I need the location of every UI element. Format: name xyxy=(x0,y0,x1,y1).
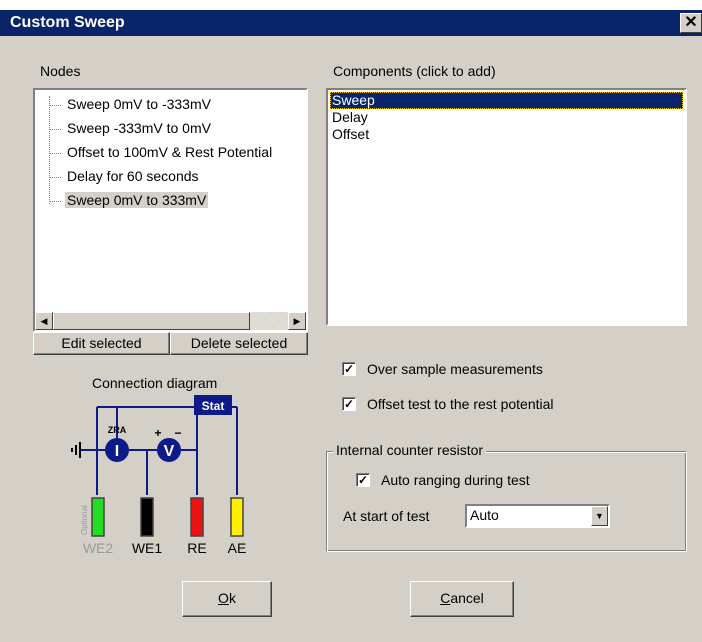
component-item-sweep[interactable]: Sweep xyxy=(330,92,683,109)
counter-resistor-group xyxy=(326,451,687,552)
tree-node[interactable]: Delay for 60 seconds xyxy=(35,166,295,188)
start-of-test-label: At start of test xyxy=(343,508,430,524)
optional-label: Optional xyxy=(80,505,89,535)
tree-node[interactable]: Sweep -333mV to 0mV xyxy=(35,118,295,140)
horizontal-scrollbar[interactable]: ◀ ▶ xyxy=(35,312,306,330)
electrode-re-lead xyxy=(190,497,204,537)
arrow-left-icon: ◀ xyxy=(40,316,48,326)
over-sample-label: Over sample measurements xyxy=(367,361,543,377)
nodes-tree[interactable]: Sweep 0mV to -333mV Sweep -333mV to 0mV … xyxy=(33,88,308,332)
scroll-track[interactable] xyxy=(250,312,288,330)
electrode-we2-label: WE2 xyxy=(83,540,114,555)
counter-resistor-title: Internal counter resistor xyxy=(333,442,487,458)
ground-icon xyxy=(71,442,81,458)
tree-node[interactable]: Sweep 0mV to -333mV xyxy=(35,94,295,116)
electrode-ae-lead xyxy=(230,497,244,537)
title-bar: Custom Sweep xyxy=(0,10,702,36)
electrode-we1-lead xyxy=(140,497,154,537)
components-list[interactable]: Sweep Delay Offset xyxy=(326,88,687,326)
delete-selected-button[interactable]: Delete selected xyxy=(170,332,308,355)
offset-rest-checkbox[interactable]: ✓ xyxy=(342,397,356,411)
checkmark-icon: ✓ xyxy=(343,397,355,411)
checkmark-icon: ✓ xyxy=(357,473,369,487)
close-icon: ✕ xyxy=(684,14,698,31)
auto-ranging-label: Auto ranging during test xyxy=(381,472,530,488)
start-of-test-select[interactable]: Auto ▼ xyxy=(465,504,610,528)
arrow-right-icon: ▶ xyxy=(293,316,301,326)
tree-node-selected[interactable]: Sweep 0mV to 333mV xyxy=(35,190,295,212)
svg-text:Stat: Stat xyxy=(202,399,225,413)
svg-text:−: − xyxy=(174,426,181,440)
chevron-down-icon: ▼ xyxy=(595,511,604,521)
custom-sweep-dialog: Custom Sweep ✕ Nodes Sweep 0mV to -333mV… xyxy=(0,10,702,642)
svg-text:+: + xyxy=(154,426,161,440)
electrode-ae-label: AE xyxy=(228,540,247,555)
edit-selected-button[interactable]: Edit selected xyxy=(33,332,170,355)
scroll-thumb[interactable] xyxy=(53,312,250,330)
connection-diagram: I ZRA V + − Stat Optional WE2 WE1 RE AE xyxy=(71,395,247,555)
electrode-we2-lead xyxy=(91,497,105,537)
dropdown-button[interactable]: ▼ xyxy=(591,506,608,526)
nodes-label: Nodes xyxy=(40,63,81,79)
cancel-button[interactable]: Cancel xyxy=(410,581,514,617)
close-button[interactable]: ✕ xyxy=(680,13,702,33)
connection-diagram-title: Connection diagram xyxy=(92,375,218,391)
scroll-left-button[interactable]: ◀ xyxy=(35,312,53,330)
component-item-delay[interactable]: Delay xyxy=(330,109,683,126)
svg-text:ZRA: ZRA xyxy=(108,425,127,435)
component-item-offset[interactable]: Offset xyxy=(330,126,683,143)
electrode-we1-label: WE1 xyxy=(132,540,163,555)
dialog-title: Custom Sweep xyxy=(10,14,125,31)
electrode-re-label: RE xyxy=(187,540,206,555)
scroll-right-button[interactable]: ▶ xyxy=(288,312,306,330)
components-label: Components (click to add) xyxy=(333,63,496,79)
svg-text:V: V xyxy=(164,443,175,460)
over-sample-checkbox[interactable]: ✓ xyxy=(342,362,356,376)
offset-rest-label: Offset test to the rest potential xyxy=(367,396,554,412)
checkmark-icon: ✓ xyxy=(343,362,355,376)
svg-text:I: I xyxy=(115,443,119,460)
ok-button[interactable]: Ok xyxy=(182,581,272,617)
tree-node[interactable]: Offset to 100mV & Rest Potential xyxy=(35,142,295,164)
auto-ranging-checkbox[interactable]: ✓ xyxy=(356,473,370,487)
